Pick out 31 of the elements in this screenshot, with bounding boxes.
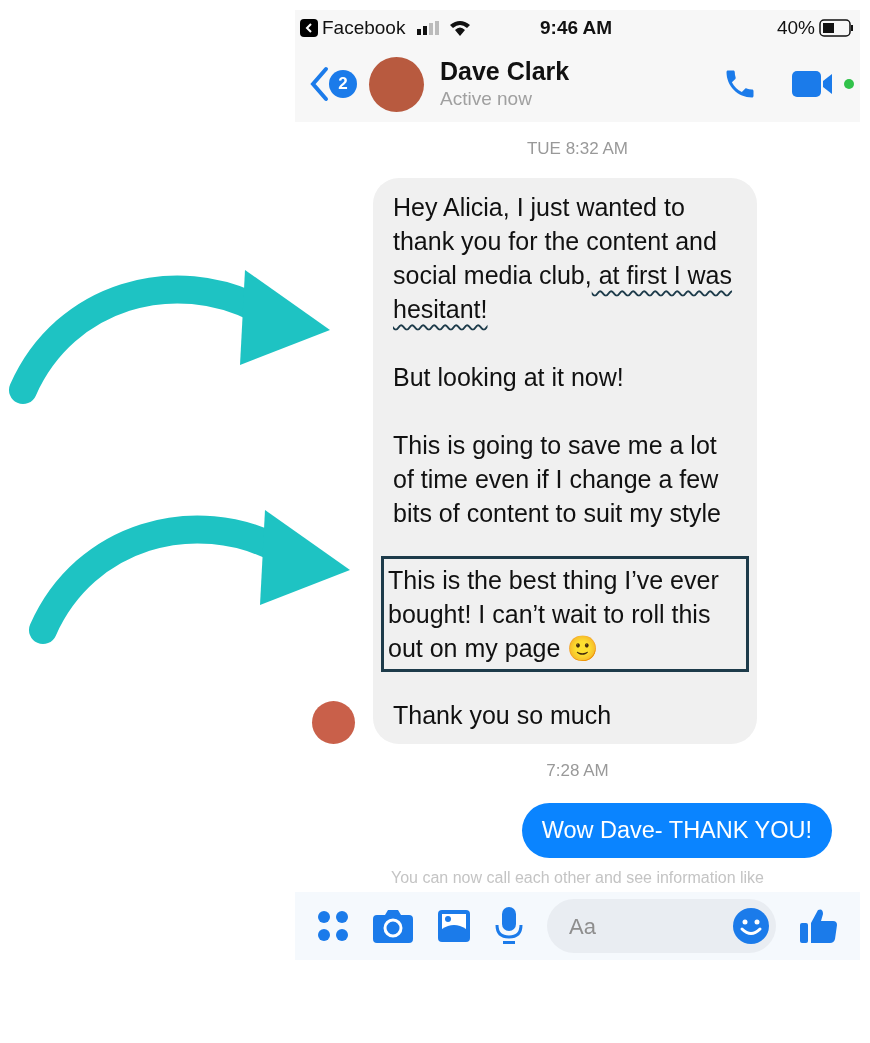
message-field[interactable]: Aa [547, 899, 776, 954]
image-icon[interactable] [437, 909, 471, 944]
back-icon[interactable] [300, 19, 318, 37]
wifi-icon [449, 20, 472, 36]
microphone-icon[interactable] [495, 907, 523, 946]
avatar [312, 700, 355, 744]
chevron-left-icon [309, 66, 329, 102]
back-app-label[interactable]: Facebook [322, 13, 406, 43]
timestamp: 7:28 AM [546, 759, 609, 782]
presence-status: Active now [440, 87, 533, 111]
message-text: This is going to save me a lot of time even if I change a few bits of content to suit my style [393, 429, 722, 529]
message-text: Hey Alicia, I just wanted to thank you for the content and social media club, at first I was hesitant! [393, 191, 734, 325]
timestamp: TUE 8:32 AM [526, 138, 629, 160]
battery-icon [819, 19, 855, 37]
message-input[interactable]: Aa [569, 909, 732, 943]
message-text: Thank you so much [393, 699, 613, 731]
emoji-icon[interactable] [732, 907, 770, 946]
contact-name: Dave Clark [440, 56, 570, 86]
thumbs-up-icon[interactable] [800, 907, 838, 946]
unread-badge: 2 [329, 70, 357, 98]
signal-icon [417, 21, 442, 35]
message-text: But looking at it now! [393, 361, 625, 393]
contact-avatar [369, 56, 424, 112]
clock: 9:46 AM [540, 15, 613, 40]
message-text: This is the best thing I’ve ever bought! I can’t wait to roll this out on my page 🙂 [381, 555, 749, 672]
more-icon[interactable] [317, 910, 349, 943]
message-bubble: Wow Dave- THANK YOU! [521, 803, 832, 859]
notice-text: You can now call each other and see information like [391, 868, 764, 889]
camera-icon[interactable] [373, 909, 413, 944]
battery-percentage: 40% [776, 15, 815, 40]
back-button[interactable]: 2 [309, 66, 357, 102]
